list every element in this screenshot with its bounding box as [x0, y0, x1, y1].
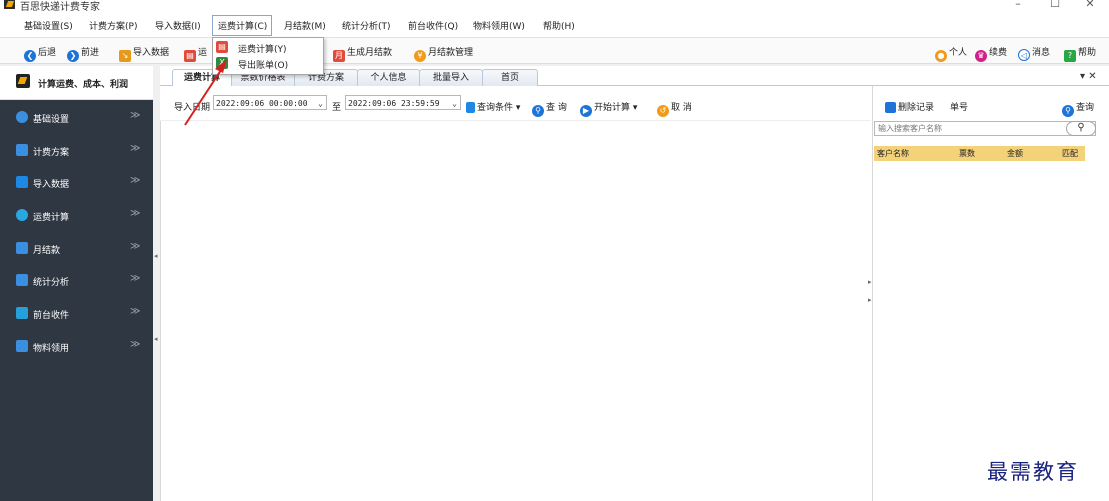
tab-controls[interactable]: ▾ ✕ [1080, 71, 1097, 82]
gear-icon [16, 111, 28, 123]
menu-bar: 基础设置(S) 计费方案(P) 导入数据(I) 运费计算(C) 月结款(M) 统… [0, 13, 1109, 38]
menu-import-data[interactable]: 导入数据(I) [155, 19, 201, 32]
order-no-label: 单号 [950, 103, 969, 113]
boxes-icon [16, 340, 28, 352]
sidebar-item-basic-settings[interactable]: 基础设置 ≫ [0, 101, 153, 133]
personal-button[interactable]: ● 个人 [935, 45, 967, 62]
sidebar-item-front-desk[interactable]: 前台收件 ≫ [0, 297, 153, 329]
back-arrow-icon: ❮ [24, 50, 36, 62]
sidebar-splitter-handle[interactable]: ◂ [154, 252, 159, 262]
query-button[interactable]: ⚲ 查 询 [532, 100, 567, 117]
title-bar [0, 0, 1109, 13]
calendar-icon: 月 [333, 50, 345, 62]
plan-icon [16, 144, 28, 156]
bar-chart-icon [16, 274, 28, 286]
rings-icon [16, 209, 28, 221]
speaker-icon: ◁ [1018, 49, 1030, 61]
maximize-button[interactable]: ☐ [1045, 0, 1065, 10]
search-icon: ⚲ [532, 105, 544, 117]
menu-basic-settings[interactable]: 基础设置(S) [24, 19, 73, 32]
sidebar-splitter-handle-2[interactable]: ◂ [154, 335, 159, 345]
start-calc-button[interactable]: ▶ 开始计算 ▾ [580, 100, 637, 117]
sidebar-item-billing-plan[interactable]: 计费方案 ≫ [0, 134, 153, 166]
chevron-down-icon: ⌄ [318, 99, 323, 108]
help-icon: ? [1064, 50, 1076, 62]
chevron-down-icon: ⌄ [452, 99, 457, 108]
window-title: 百思快递计费专家 [20, 2, 100, 13]
sidebar-item-materials[interactable]: 物料领用 ≫ [0, 330, 153, 362]
sidebar-item-import-data[interactable]: 导入数据 ≫ [0, 166, 153, 198]
app-logo-icon [4, 0, 15, 9]
column-header[interactable]: 票数 [959, 148, 975, 159]
crown-icon: ♛ [975, 50, 987, 62]
search-icon: ⚲ [1062, 105, 1074, 117]
annotation-arrow [184, 59, 227, 126]
delete-record-button[interactable]: 删除记录 [885, 100, 934, 113]
cancel-icon: ↺ [657, 105, 669, 117]
chevron-down-icon: ≫ [130, 175, 141, 186]
package-icon [16, 307, 28, 319]
sidebar-title: 计算运费、成本、利润 [38, 80, 129, 90]
import-data-button[interactable]: ↘ 导入数据 [119, 45, 169, 62]
calc-icon: ▤ [216, 41, 228, 53]
tab-home[interactable]: 首页 [482, 69, 538, 86]
help-button[interactable]: ? 帮助 [1064, 45, 1096, 62]
menu-billing-plan[interactable]: 计费方案(P) [89, 19, 137, 32]
chevron-down-icon: ≫ [130, 110, 141, 121]
chevron-down-icon: ≫ [130, 273, 141, 284]
generate-monthly-button[interactable]: 月生成月结款 [333, 45, 392, 62]
customer-search-input[interactable]: 输入搜索客户名称 [874, 121, 1096, 136]
sidebar-logo-icon [16, 74, 30, 88]
sidebar-item-statistics[interactable]: 统计分析 ≫ [0, 264, 153, 296]
end-date-picker[interactable]: 2022:09:06 23:59:59 ⌄ [345, 95, 461, 110]
chevron-down-icon: ≫ [130, 143, 141, 154]
tab-batch-import[interactable]: 批量导入 [419, 69, 483, 86]
sidebar-item-monthly-payment[interactable]: 月结款 ≫ [0, 232, 153, 264]
panel-splitter-handle[interactable]: ▸ [868, 278, 873, 288]
minimize-button[interactable]: – [1008, 0, 1028, 10]
back-button[interactable]: ❮ 后退 [24, 45, 56, 62]
watermark: 最需教育 [987, 460, 1079, 484]
tab-personal-info[interactable]: 个人信息 [357, 69, 420, 86]
trash-icon [885, 102, 896, 113]
to-label: 至 [332, 103, 342, 113]
menu-item-export-bill[interactable]: 导出账单(O) [238, 58, 288, 71]
money-bag-icon: ¥ [414, 50, 426, 62]
renew-button[interactable]: ♛ 续费 [975, 45, 1007, 62]
import-icon: ↘ [119, 50, 131, 62]
chevron-down-icon: ≫ [130, 306, 141, 317]
close-button[interactable]: ✕ [1080, 0, 1100, 10]
menu-help[interactable]: 帮助(H) [543, 19, 575, 32]
menu-materials[interactable]: 物料领用(W) [473, 19, 525, 32]
menu-front-desk[interactable]: 前台收件(Q) [408, 19, 458, 32]
menu-freight-calc[interactable]: 运费计算(C) [218, 19, 267, 32]
menu-monthly-payment[interactable]: 月结款(M) [284, 19, 326, 32]
forward-arrow-icon: ❯ [67, 50, 79, 62]
chevron-down-icon: ≫ [130, 241, 141, 252]
search-icon[interactable]: ⚲ [1066, 121, 1096, 136]
column-header[interactable]: 客户名称 [877, 148, 909, 159]
chevron-down-icon: ≫ [130, 339, 141, 350]
user-icon: ● [935, 50, 947, 62]
menu-item-freight-calc[interactable]: 运费计算(Y) [238, 42, 287, 55]
filter-icon [466, 102, 475, 113]
forward-button[interactable]: ❯ 前进 [67, 45, 99, 62]
chevron-down-icon: ≫ [130, 208, 141, 219]
message-button[interactable]: ◁ 消息 [1018, 45, 1050, 61]
column-header[interactable]: 匹配 [1062, 148, 1078, 159]
panel-splitter-handle-2[interactable]: ▸ [868, 296, 873, 306]
sidebar-item-freight-calc[interactable]: 运费计算 ≫ [0, 199, 153, 231]
cancel-button[interactable]: ↺ 取 消 [657, 100, 692, 117]
query-conditions-button[interactable]: 查询条件 ▾ [466, 100, 520, 113]
monthly-manage-button[interactable]: ¥ 月结款管理 [414, 45, 473, 62]
menu-statistics[interactable]: 统计分析(T) [342, 19, 391, 32]
toolbar: ❮ 后退 ❯ 前进 ↘ 导入数据 ▤ 运 月生成月结款 ¥ 月结款管理 ● 个人 ♛ 续费 ◁… [0, 38, 1109, 64]
right-query-button[interactable]: ⚲ 查询 [1062, 100, 1094, 117]
main-content [160, 66, 872, 501]
play-icon: ▶ [580, 105, 592, 117]
wallet-icon [16, 242, 28, 254]
column-header[interactable]: 金额 [1007, 148, 1023, 159]
excel-icon [16, 176, 28, 188]
